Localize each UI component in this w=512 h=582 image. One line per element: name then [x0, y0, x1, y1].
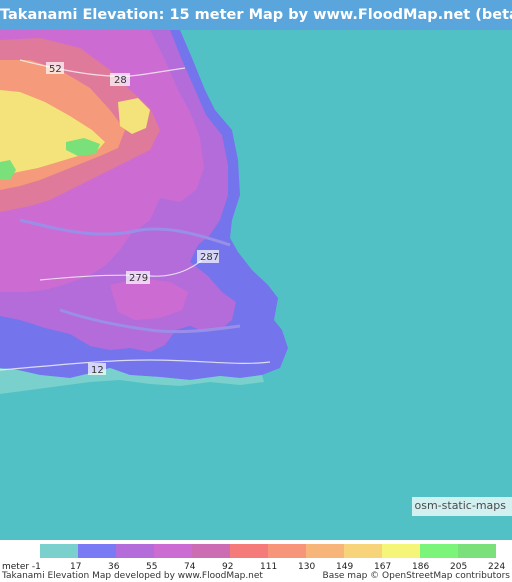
page: Takanami Elevation: 15 meter Map by www.…	[0, 0, 512, 582]
legend-swatch	[306, 544, 344, 558]
road-label-52: 52	[46, 62, 64, 75]
legend-swatch	[116, 544, 154, 558]
svg-text:279: 279	[129, 273, 148, 284]
legend-swatch	[420, 544, 458, 558]
legend-swatch	[154, 544, 192, 558]
map-canvas: 52 28 287 279 12	[0, 30, 512, 540]
road-label-28: 28	[110, 73, 130, 86]
legend-swatch	[458, 544, 496, 558]
footer-credit[interactable]: Takanami Elevation Map developed by www.…	[2, 571, 263, 581]
svg-text:28: 28	[114, 75, 127, 86]
road-label-279: 279	[126, 271, 150, 284]
footer: Takanami Elevation Map developed by www.…	[0, 571, 512, 582]
legend-swatch	[40, 544, 78, 558]
legend-swatch	[78, 544, 116, 558]
legend-swatch	[192, 544, 230, 558]
footer-basemap-credit[interactable]: Base map © OpenStreetMap contributors	[323, 571, 510, 581]
legend-swatch	[268, 544, 306, 558]
road-label-287: 287	[197, 250, 219, 263]
svg-text:287: 287	[200, 252, 219, 263]
map-attribution: osm-static-maps	[414, 499, 507, 512]
elevation-map[interactable]: 52 28 287 279 12	[0, 30, 512, 540]
legend-swatch	[344, 544, 382, 558]
legend-swatch	[382, 544, 420, 558]
road-label-12: 12	[88, 363, 106, 376]
page-title: Takanami Elevation: 15 meter Map by www.…	[0, 7, 512, 23]
title-bar: Takanami Elevation: 15 meter Map by www.…	[0, 0, 512, 30]
svg-text:12: 12	[91, 365, 104, 376]
svg-text:52: 52	[49, 64, 62, 75]
legend-swatch	[230, 544, 268, 558]
